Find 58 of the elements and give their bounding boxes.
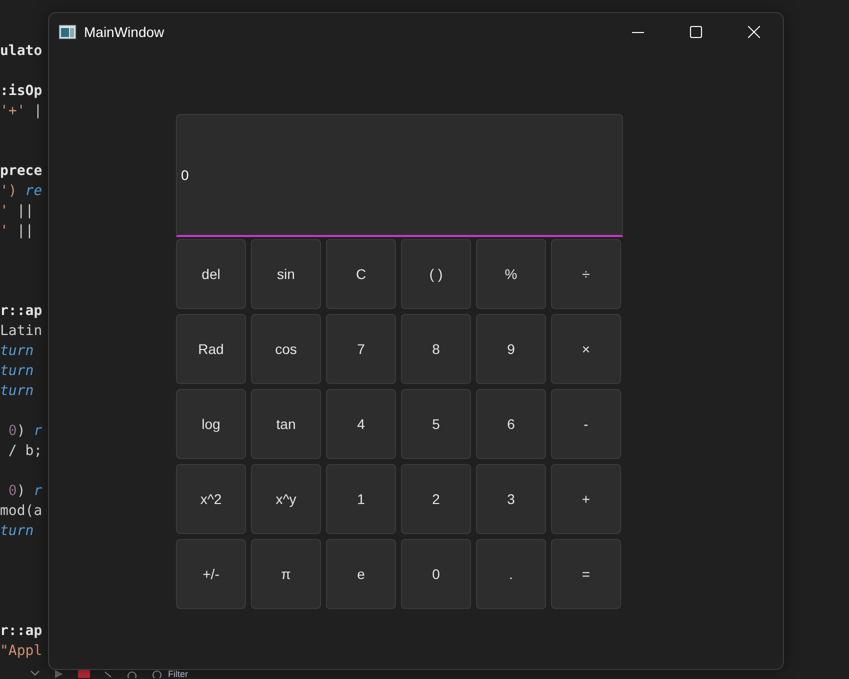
calc-key[interactable]: 5 <box>401 389 471 459</box>
calc-key[interactable]: π <box>251 539 321 609</box>
calc-key[interactable]: 6 <box>476 389 546 459</box>
calc-key[interactable]: ( ) <box>401 239 471 309</box>
calc-key[interactable]: tan <box>251 389 321 459</box>
code-line: ' || <box>0 223 34 241</box>
gear-icon[interactable] <box>126 670 138 678</box>
calc-key[interactable]: ÷ <box>551 239 621 309</box>
code-line: ulato <box>0 43 42 61</box>
calc-key[interactable]: + <box>551 464 621 534</box>
chevron-icon[interactable] <box>30 670 40 676</box>
code-line: turn <box>0 363 34 381</box>
calc-key[interactable]: 2 <box>401 464 471 534</box>
calc-key[interactable]: log <box>176 389 246 459</box>
calc-key[interactable]: 3 <box>476 464 546 534</box>
code-line: prece <box>0 163 42 181</box>
calc-key[interactable]: 8 <box>401 314 471 384</box>
code-line: turn <box>0 383 34 401</box>
calc-key[interactable]: × <box>551 314 621 384</box>
maximize-icon <box>690 26 702 38</box>
display-field[interactable]: 0 <box>176 114 623 237</box>
calc-key[interactable]: del <box>176 239 246 309</box>
code-line: 0) r <box>7 423 42 441</box>
calc-key[interactable]: Rad <box>176 314 246 384</box>
calc-key[interactable]: x^2 <box>176 464 246 534</box>
code-line: / b; <box>7 443 42 461</box>
calc-key[interactable]: % <box>476 239 546 309</box>
code-line: r::ap <box>0 303 42 321</box>
calc-key[interactable]: 7 <box>326 314 396 384</box>
code-line: :isOp <box>0 83 42 101</box>
calc-key[interactable]: x^y <box>251 464 321 534</box>
code-line: ' || <box>0 203 34 221</box>
calc-key[interactable]: C <box>326 239 396 309</box>
calc-key[interactable]: e <box>326 539 396 609</box>
calc-key[interactable]: = <box>551 539 621 609</box>
code-line: ') re <box>0 183 42 201</box>
calc-key[interactable]: 0 <box>401 539 471 609</box>
calc-key[interactable]: +/- <box>176 539 246 609</box>
calc-key[interactable]: . <box>476 539 546 609</box>
code-line: mod(a <box>0 503 42 521</box>
calc-key[interactable]: sin <box>251 239 321 309</box>
window-title: MainWindow <box>84 24 166 40</box>
code-line: turn <box>0 523 34 541</box>
code-line: "Appl <box>0 643 42 661</box>
calc-key[interactable]: 4 <box>326 389 396 459</box>
code-line: '+' | <box>0 103 42 121</box>
calc-key[interactable]: 1 <box>326 464 396 534</box>
calc-key[interactable]: - <box>551 389 621 459</box>
code-line: r::ap <box>0 623 42 641</box>
filter-label[interactable]: Filter <box>168 670 188 679</box>
close-icon <box>748 26 760 38</box>
search-icon[interactable] <box>152 670 162 678</box>
code-line: turn <box>0 343 34 361</box>
code-line: Latin <box>0 323 42 341</box>
calc-key[interactable]: cos <box>251 314 321 384</box>
app-icon <box>59 25 76 39</box>
calc-key[interactable]: 9 <box>476 314 546 384</box>
code-line: 0) r <box>7 483 42 501</box>
